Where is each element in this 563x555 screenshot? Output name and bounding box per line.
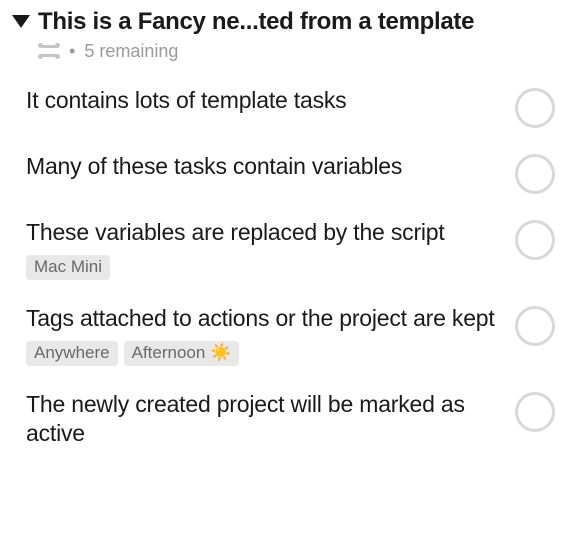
status-circle-icon[interactable] [515,392,555,432]
task-row[interactable]: The newly created project will be marked… [12,380,551,464]
task-title: The newly created project will be marked… [26,390,503,450]
disclosure-triangle-icon[interactable] [12,15,30,28]
tag[interactable]: Mac Mini [26,255,110,280]
task-content: Tags attached to actions or the project … [26,304,503,366]
task-tags: Anywhere Afternoon ☀️ [26,341,503,366]
project-title[interactable]: This is a Fancy ne...ted from a template [38,8,551,37]
task-tags: Mac Mini [26,255,503,280]
task-content: It contains lots of template tasks [26,86,503,116]
task-content: Many of these tasks contain variables [26,152,503,182]
meta-separator: • [69,41,75,62]
project-container: This is a Fancy ne...ted from a template… [0,0,563,463]
project-header: This is a Fancy ne...ted from a template [12,8,551,37]
task-content: These variables are replaced by the scri… [26,218,503,280]
parallel-project-icon [38,43,60,59]
task-content: The newly created project will be marked… [26,390,503,450]
status-circle-icon[interactable] [515,306,555,346]
task-row[interactable]: Tags attached to actions or the project … [12,294,551,380]
task-row[interactable]: Many of these tasks contain variables [12,142,551,208]
tag[interactable]: Afternoon ☀️ [124,341,240,366]
status-circle-icon[interactable] [515,154,555,194]
remaining-count: 5 remaining [84,41,178,62]
status-circle-icon[interactable] [515,88,555,128]
task-title: It contains lots of template tasks [26,86,503,116]
task-title: These variables are replaced by the scri… [26,218,503,248]
tag[interactable]: Anywhere [26,341,118,366]
task-title: Tags attached to actions or the project … [26,304,503,334]
task-row[interactable]: It contains lots of template tasks [12,76,551,142]
project-meta: • 5 remaining [38,41,551,62]
task-title: Many of these tasks contain variables [26,152,503,182]
status-circle-icon[interactable] [515,220,555,260]
task-row[interactable]: These variables are replaced by the scri… [12,208,551,294]
task-list: It contains lots of template tasks Many … [12,76,551,464]
